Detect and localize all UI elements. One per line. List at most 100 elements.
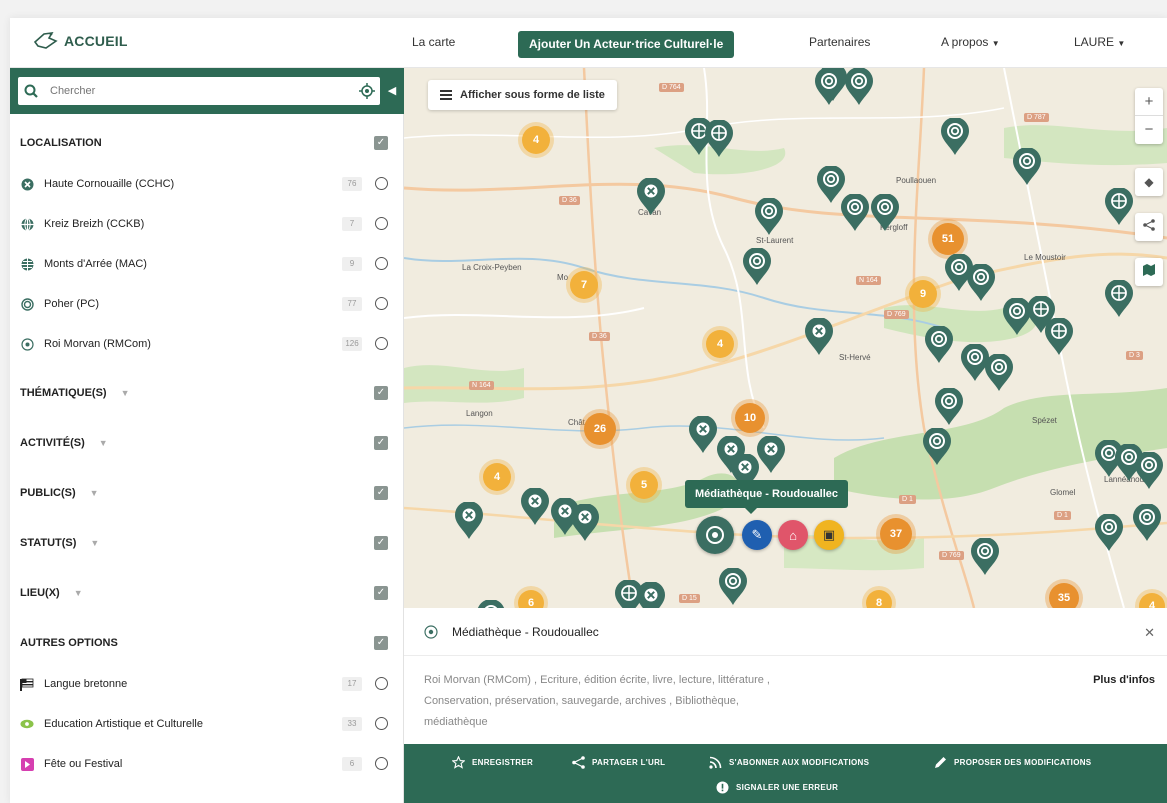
search-input[interactable]: [44, 78, 354, 104]
map-pin-marker[interactable]: [984, 353, 1014, 392]
home-logo[interactable]: ACCUEIL: [32, 30, 128, 52]
map-pin-marker[interactable]: [940, 117, 970, 156]
nav-la-carte[interactable]: La carte: [412, 35, 455, 49]
section-autres-options[interactable]: AUTRES OPTIONS ✓: [20, 630, 388, 656]
map-pin-marker[interactable]: [1044, 317, 1074, 356]
filter-radio[interactable]: [375, 177, 388, 190]
filter-item-rmcom[interactable]: Roi Morvan (RMCom) 126: [20, 332, 388, 356]
map-pin-marker[interactable]: [636, 581, 666, 608]
section-lieux[interactable]: LIEU(X) ▼ ✓: [20, 580, 388, 606]
close-icon[interactable]: ✕: [1144, 625, 1155, 641]
map-pin-marker[interactable]: [476, 599, 506, 608]
map-pin-marker[interactable]: [844, 68, 874, 106]
filter-item-cchc[interactable]: Haute Cornouaille (CCHC) 76: [20, 172, 388, 196]
map-pin-marker[interactable]: [1104, 187, 1134, 226]
filter-radio[interactable]: [375, 257, 388, 270]
map-pin-marker[interactable]: [570, 503, 600, 542]
filter-item-mac[interactable]: Monts d'Arrée (MAC) 9: [20, 252, 388, 276]
map-pin-marker[interactable]: [718, 567, 748, 606]
cluster-marker[interactable]: 5: [630, 471, 658, 499]
cluster-marker[interactable]: 4: [522, 126, 550, 154]
section-thematiques[interactable]: THÉMATIQUE(S) ▼ ✓: [20, 380, 388, 406]
section-publics[interactable]: PUBLIC(S) ▼ ✓: [20, 480, 388, 506]
section-checkbox[interactable]: ✓: [374, 586, 388, 600]
edit-action[interactable]: ✎: [742, 520, 772, 550]
propose-changes-button[interactable]: PROPOSER DES MODIFICATIONS: [934, 756, 1091, 769]
place-action[interactable]: ⌂: [778, 520, 808, 550]
filter-radio[interactable]: [375, 337, 388, 350]
map-pin-marker[interactable]: [454, 501, 484, 540]
map-pin-marker[interactable]: [934, 387, 964, 426]
map-pin-marker[interactable]: [966, 263, 996, 302]
cluster-marker[interactable]: 35: [1049, 583, 1079, 608]
map-pin-marker[interactable]: [1012, 147, 1042, 186]
section-activites[interactable]: ACTIVITÉ(S) ▼ ✓: [20, 430, 388, 456]
selected-marker[interactable]: [696, 516, 734, 554]
map-view[interactable]: D 764 D 787 D 36 D 36 N 164 N 164 D 769 …: [404, 68, 1167, 608]
map-pin-marker[interactable]: [840, 193, 870, 232]
map-pin-marker[interactable]: [754, 197, 784, 236]
share-url-button[interactable]: PARTAGER L'URL: [572, 756, 665, 769]
nav-user-menu[interactable]: LAURE ▼: [1074, 35, 1125, 49]
map-pin-marker[interactable]: [804, 317, 834, 356]
cluster-marker[interactable]: 37: [880, 518, 912, 550]
report-error-button[interactable]: SIGNALER UNE ERREUR: [716, 781, 838, 794]
filter-radio[interactable]: [375, 217, 388, 230]
show-as-list-button[interactable]: Afficher sous forme de liste: [428, 80, 617, 110]
section-checkbox[interactable]: ✓: [374, 386, 388, 400]
geolocate-icon[interactable]: [354, 83, 380, 99]
map-pin-marker[interactable]: [688, 415, 718, 454]
add-actor-button[interactable]: Ajouter Un Acteur·trice Culturel·le: [518, 31, 735, 58]
zoom-in-button[interactable]: +: [1135, 88, 1163, 116]
map-pin-marker[interactable]: [636, 177, 666, 216]
map-pin-marker[interactable]: [922, 427, 952, 466]
map-pin-marker[interactable]: [1094, 513, 1124, 552]
save-button[interactable]: ENREGISTRER: [452, 756, 533, 769]
layers-button[interactable]: ◆: [1135, 168, 1163, 196]
cluster-marker[interactable]: 4: [706, 330, 734, 358]
option-eac[interactable]: Education Artistique et Culturelle 33: [20, 712, 388, 736]
map-pin-marker[interactable]: [870, 193, 900, 232]
option-radio[interactable]: [375, 717, 388, 730]
section-statuts[interactable]: STATUT(S) ▼ ✓: [20, 530, 388, 556]
map-pin-marker[interactable]: [1132, 503, 1162, 542]
map-pin-marker[interactable]: [1134, 451, 1164, 490]
section-checkbox[interactable]: ✓: [374, 436, 388, 450]
contact-action[interactable]: ▣: [814, 520, 844, 550]
section-checkbox[interactable]: ✓: [374, 486, 388, 500]
more-info-link[interactable]: Plus d'infos: [1093, 670, 1155, 691]
map-pin-marker[interactable]: [1104, 279, 1134, 318]
filter-item-pc[interactable]: Poher (PC) 77: [20, 292, 388, 316]
share-map-button[interactable]: [1135, 213, 1163, 241]
cluster-marker[interactable]: 26: [584, 413, 616, 445]
cluster-marker[interactable]: 7: [570, 271, 598, 299]
nav-partenaires[interactable]: Partenaires: [809, 35, 870, 49]
caret-down-icon: ▼: [1117, 39, 1126, 48]
collapse-sidebar-icon[interactable]: ◀: [384, 80, 400, 102]
section-localisation[interactable]: LOCALISATION ✓: [20, 130, 388, 156]
option-langue-bretonne[interactable]: Langue bretonne 17: [20, 672, 388, 696]
section-checkbox[interactable]: ✓: [374, 536, 388, 550]
map-pin-marker[interactable]: [520, 487, 550, 526]
map-pin-marker[interactable]: [704, 119, 734, 158]
section-checkbox[interactable]: ✓: [374, 136, 388, 150]
map-pin-marker[interactable]: [814, 68, 844, 106]
option-radio[interactable]: [375, 677, 388, 690]
cluster-marker[interactable]: 4: [483, 463, 511, 491]
filter-item-cckb[interactable]: Kreiz Breizh (CCKB) 7: [20, 212, 388, 236]
section-checkbox[interactable]: ✓: [374, 636, 388, 650]
map-pin-marker[interactable]: [924, 325, 954, 364]
option-fete-festival[interactable]: Fête ou Festival 6: [20, 752, 388, 776]
option-radio[interactable]: [375, 757, 388, 770]
map-view-button[interactable]: [1135, 258, 1163, 286]
cluster-marker[interactable]: 9: [909, 280, 937, 308]
zoom-out-button[interactable]: −: [1135, 116, 1163, 144]
cluster-marker[interactable]: 51: [932, 223, 964, 255]
cluster-marker[interactable]: 10: [735, 403, 765, 433]
map-pin-marker[interactable]: [756, 435, 786, 474]
map-pin-marker[interactable]: [742, 247, 772, 286]
nav-a-propos[interactable]: A propos ▼: [941, 35, 1000, 49]
filter-radio[interactable]: [375, 297, 388, 310]
map-pin-marker[interactable]: [970, 537, 1000, 576]
subscribe-button[interactable]: S'ABONNER AUX MODIFICATIONS: [709, 756, 869, 769]
